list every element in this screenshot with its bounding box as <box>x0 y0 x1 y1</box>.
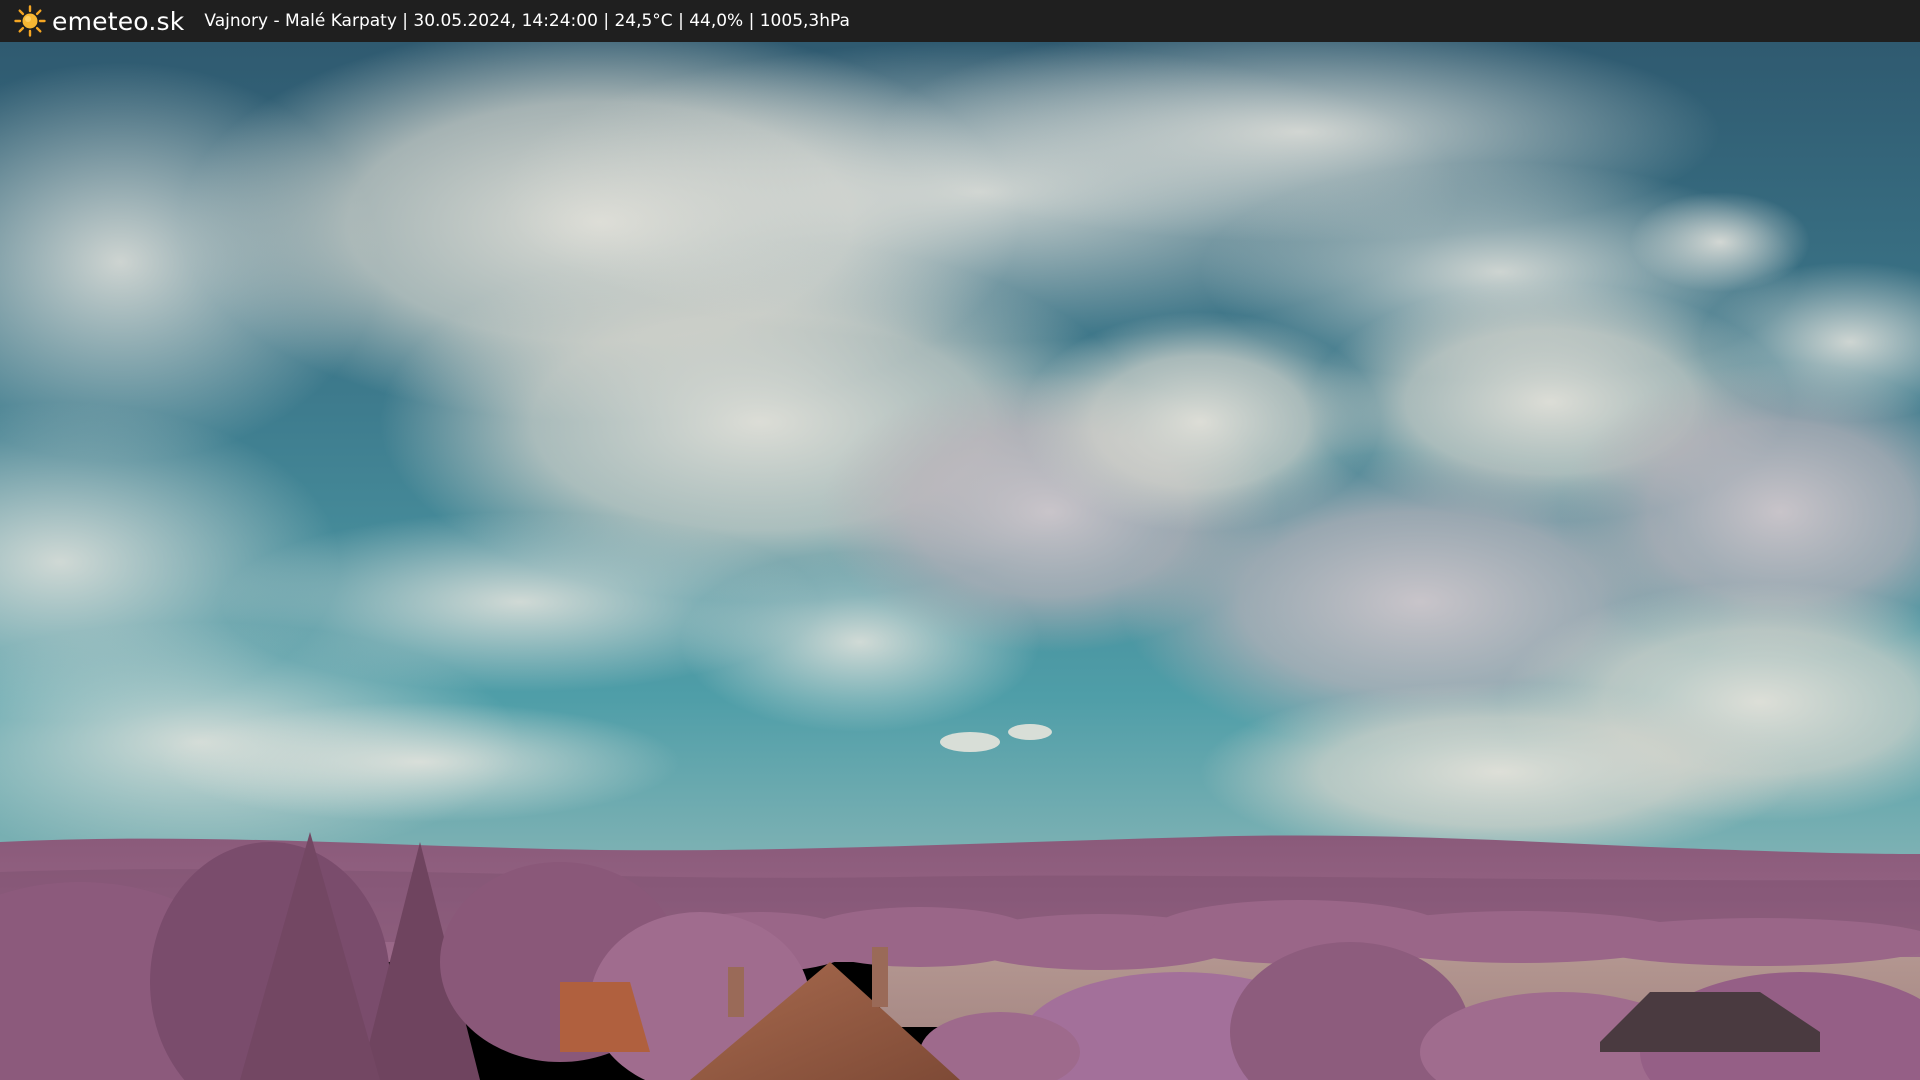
webcam-image <box>0 42 1920 1080</box>
site-logo[interactable]: emeteo.sk <box>14 5 184 37</box>
brand-name: emeteo.sk <box>52 6 185 36</box>
webcam-frame: emeteo.sk Vajnory - Malé Karpaty | 30.05… <box>0 0 1920 1080</box>
sun-icon <box>14 5 46 37</box>
top-bar: emeteo.sk Vajnory - Malé Karpaty | 30.05… <box>0 0 1920 42</box>
station-caption: Vajnory - Malé Karpaty | 30.05.2024, 14:… <box>204 11 850 31</box>
